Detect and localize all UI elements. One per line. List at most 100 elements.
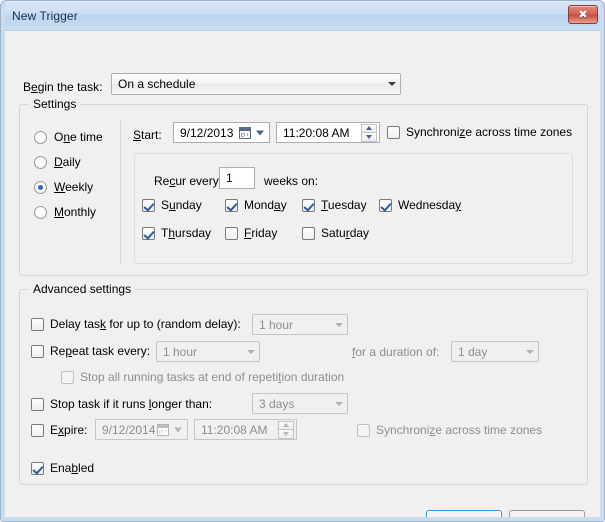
- checkbox-friday[interactable]: Friday: [225, 226, 277, 240]
- chevron-down-icon: [521, 349, 538, 354]
- begin-task-value: On a schedule: [118, 77, 196, 91]
- repeat-duration-value: 1 day: [458, 344, 488, 359]
- expire-date-value: 9/12/2014: [102, 422, 156, 437]
- spinner-up-icon[interactable]: [278, 420, 294, 430]
- checkbox-saturday[interactable]: Saturday: [302, 226, 369, 240]
- radio-monthly-label: Monthly: [54, 205, 97, 219]
- checkbox-sunday[interactable]: Sunday: [142, 198, 202, 212]
- checkbox-monday[interactable]: Monday: [225, 198, 287, 212]
- radio-daily-indicator: [34, 155, 47, 169]
- begin-label-accel: e: [31, 80, 38, 94]
- expire-time-spinner[interactable]: [278, 420, 294, 439]
- checkbox-indicator: [225, 198, 238, 212]
- begin-label-post: gin the task:: [37, 80, 103, 94]
- ok-button-label: OK: [455, 515, 473, 522]
- radio-one-time-label: One time: [54, 130, 103, 144]
- advanced-settings-group-title: Advanced settings: [29, 282, 136, 296]
- checkbox-expire[interactable]: Expire:: [31, 423, 87, 437]
- checkbox-thursday-label: Thursday: [161, 226, 212, 240]
- stop-task-longer-than-label: Stop task if it runs longer than:: [50, 397, 213, 411]
- ok-button[interactable]: OK: [426, 510, 502, 522]
- radio-weekly-label: Weekly: [54, 180, 94, 194]
- checkbox-stop-task-longer-than[interactable]: Stop task if it runs longer than:: [31, 397, 212, 411]
- begin-the-task-label: Begin the task:: [23, 80, 102, 94]
- spinner-down-icon[interactable]: [361, 133, 377, 142]
- checkbox-indicator: [31, 317, 44, 331]
- stop-task-duration-value: 3 days: [259, 396, 295, 411]
- settings-separator: [120, 119, 121, 264]
- radio-one-time[interactable]: One time: [34, 130, 103, 144]
- checkbox-wednesday[interactable]: Wednesday: [379, 198, 461, 212]
- checkbox-indicator: [61, 370, 74, 384]
- start-time-field[interactable]: 11:20:08 AM: [276, 122, 380, 143]
- checkbox-delay-task[interactable]: Delay task for up to (random delay):: [31, 317, 241, 331]
- checkbox-enabled[interactable]: Enabled: [31, 461, 94, 475]
- close-icon: ✖: [578, 8, 588, 21]
- checkbox-indicator: [225, 226, 238, 240]
- window-title: New Trigger: [12, 8, 78, 23]
- sync-timezones-start-label: Synchronize across time zones: [406, 125, 573, 139]
- expire-time-field[interactable]: 11:20:08 AM: [194, 419, 297, 440]
- start-date-value: 9/12/2013: [180, 125, 234, 140]
- cancel-button[interactable]: Cancel: [509, 510, 585, 522]
- start-time-spinner[interactable]: [361, 123, 377, 142]
- checkbox-indicator: [302, 198, 315, 212]
- stop-task-duration-combobox[interactable]: 3 days: [252, 393, 348, 414]
- radio-monthly[interactable]: Monthly: [34, 205, 96, 219]
- checkbox-indicator: [31, 344, 44, 358]
- spinner-up-icon[interactable]: [361, 123, 377, 133]
- radio-daily-label: Daily: [54, 155, 81, 169]
- checkbox-indicator: [302, 226, 315, 240]
- sync-timezones-expire-label: Synchronize across time zones: [376, 423, 543, 437]
- calendar-icon: [239, 126, 251, 139]
- checkbox-tuesday[interactable]: Tuesday: [302, 198, 367, 212]
- new-trigger-dialog: New Trigger ✖ Begin the task: On a sched…: [0, 0, 605, 522]
- repeat-duration-combobox[interactable]: 1 day: [451, 341, 539, 362]
- radio-one-time-indicator: [34, 130, 47, 144]
- repeat-interval-value: 1 hour: [163, 344, 198, 359]
- checkbox-tuesday-label: Tuesday: [321, 198, 367, 212]
- calendar-icon: [157, 423, 169, 436]
- start-label: Start:: [133, 128, 162, 142]
- delay-task-label: Delay task for up to (random delay):: [50, 317, 241, 331]
- chevron-down-icon: [256, 130, 264, 135]
- start-date-field[interactable]: 9/12/2013: [173, 122, 270, 143]
- delay-duration-value: 1 hour: [259, 317, 294, 332]
- delay-duration-combobox[interactable]: 1 hour: [252, 314, 348, 335]
- chevron-down-icon: [242, 349, 259, 354]
- close-button[interactable]: ✖: [568, 5, 598, 24]
- enabled-label: Enabled: [50, 461, 95, 475]
- repeat-interval-combobox[interactable]: 1 hour: [156, 341, 260, 362]
- repeat-duration-label: for a duration of:: [352, 345, 440, 359]
- checkbox-repeat-task[interactable]: Repeat task every:: [31, 344, 150, 358]
- repeat-task-label: Repeat task every:: [50, 344, 151, 358]
- radio-monthly-indicator: [34, 205, 47, 219]
- recur-every-input[interactable]: 1: [219, 167, 255, 189]
- recur-every-value: 1: [226, 171, 233, 185]
- checkbox-stop-all-running-tasks[interactable]: Stop all running tasks at end of repetit…: [61, 370, 344, 384]
- checkbox-sync-timezones-expire[interactable]: Synchronize across time zones: [357, 423, 542, 437]
- start-time-value: 11:20:08 AM: [283, 125, 350, 140]
- radio-weekly-indicator: [34, 180, 47, 194]
- checkbox-thursday[interactable]: Thursday: [142, 226, 211, 240]
- checkbox-indicator: [31, 397, 44, 411]
- weeks-on-label: weeks on:: [264, 174, 319, 188]
- begin-task-combobox[interactable]: On a schedule: [111, 73, 401, 95]
- radio-daily[interactable]: Daily: [34, 155, 81, 169]
- checkbox-friday-label: Friday: [244, 226, 278, 240]
- radio-weekly[interactable]: Weekly: [34, 180, 93, 194]
- begin-label-pre: B: [23, 80, 32, 94]
- checkbox-sync-timezones-start[interactable]: Synchronize across time zones: [387, 125, 572, 139]
- expire-time-value: 11:20:08 AM: [201, 422, 268, 437]
- spinner-down-icon[interactable]: [278, 430, 294, 439]
- checkbox-indicator: [379, 198, 392, 212]
- chevron-down-icon: [174, 427, 182, 432]
- checkbox-indicator: [31, 461, 44, 475]
- dialog-client-area: Begin the task: On a schedule Settings O…: [1, 31, 604, 521]
- settings-group-title: Settings: [29, 97, 81, 111]
- checkbox-indicator: [31, 423, 44, 437]
- expire-date-field[interactable]: 9/12/2014: [95, 419, 188, 440]
- cancel-button-label: Cancel: [528, 515, 566, 522]
- title-bar: New Trigger ✖: [1, 1, 604, 31]
- checkbox-indicator: [142, 226, 155, 240]
